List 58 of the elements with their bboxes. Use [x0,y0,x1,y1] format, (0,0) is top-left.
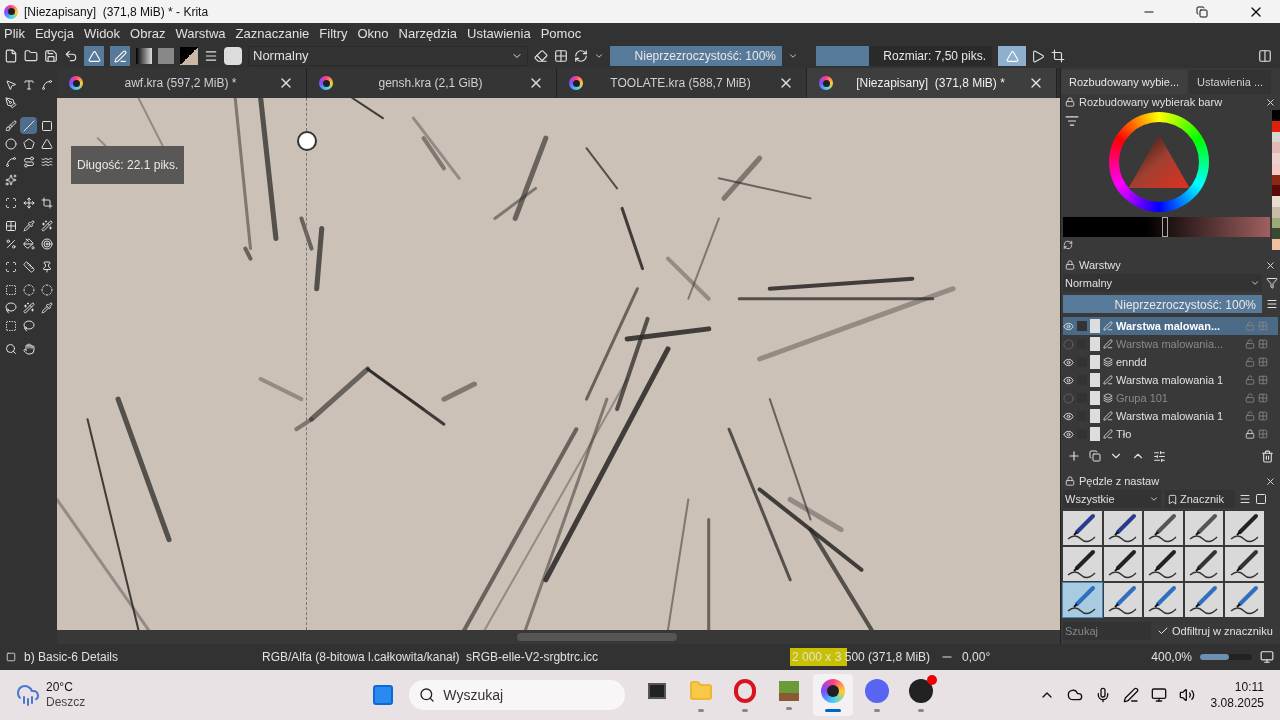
menu-item[interactable]: Obraz [130,23,166,44]
panel-title: Pędzle z nastaw [1079,473,1161,489]
color-space: RGB/Alfa (8-bitowa l.całkowita/kanał) sRGB-elle-V2-srgbtrc.icc [262,649,600,666]
tab-label: TOOLATE.kra (588,7 MiB) [609,75,752,92]
length-tooltip: Długość: 22.1 piks. [71,146,185,184]
menu-item[interactable]: Plik [4,23,25,44]
tag-dropdown[interactable]: Znacznik [1165,490,1235,508]
clock-date: 3.08.2025 [1210,695,1264,711]
menu-item[interactable]: Widok [84,23,121,44]
menu-item[interactable]: Pomoc [540,23,582,44]
panel-title: Rozbudowany wybierak barw [1079,94,1224,110]
layer-row[interactable]: Warstwa malowania 1 [1063,371,1278,389]
opacity-slider[interactable]: Nieprzezroczystość: 100% [1063,295,1262,313]
menu-item[interactable]: Zaznaczanie [235,23,310,44]
menu-item[interactable]: Warstwa [175,23,226,44]
dock-tab[interactable]: Rozbudowany wybie... [1061,70,1188,94]
layer-name: enndd [1116,354,1148,370]
menu-item[interactable]: Okno [357,23,389,44]
layer-name: Grupa 101 [1116,390,1169,406]
layer-name: Warstwa malowania... [1116,336,1225,352]
rotation-value: 0,00° [962,649,991,666]
layer-row[interactable]: Tło [1063,425,1278,443]
layer-name: Warstwa malowania 1 [1116,372,1225,388]
layer-row[interactable]: Grupa 101 [1063,389,1278,407]
tab-label: [Niezapisany] (371,8 MiB) * [855,75,1006,92]
dock-tab[interactable]: Ustawienia ... [1189,70,1272,94]
zoom-value: 400,0% [1151,649,1192,666]
menu-item[interactable]: Ustawienia [467,23,531,44]
weather-label: Deszcz [46,695,86,710]
window-title: [Niezapisany] (371,8 MiB) * - Krita [24,3,209,21]
panel-title: Warstwy [1079,257,1122,273]
menu-item[interactable]: Narzędzia [398,23,458,44]
document-tab[interactable]: gensh.kra (2,1 GiB) [307,68,557,98]
filter-dropdown[interactable]: Wszystkie [1063,490,1161,508]
menu-item[interactable]: Filtry [319,23,348,44]
opacity-slider[interactable]: Nieprzezroczystość: 100% [610,46,782,66]
canvas[interactable]: Długość: 22.1 piks. [57,98,1060,630]
layer-name: Warstwa malowania 1 [1116,408,1225,424]
document-tab[interactable]: [Niezapisany] (371,8 MiB) * [807,68,1057,98]
document-tab[interactable]: TOOLATE.kra (588,7 MiB) [557,68,807,98]
layer-row[interactable]: Warstwa malowan... [1063,317,1278,335]
size-slider[interactable]: Rozmiar: 7,50 piks. [816,46,992,66]
blend-mode-dropdown[interactable]: Normalny [248,46,528,66]
menu-item[interactable]: Edycja [34,23,74,44]
brush-name: b) Basic-6 Details [24,649,120,666]
tab-label: gensh.kra (2,1 GiB) [377,75,484,92]
search-field[interactable]: Szukaj [1063,622,1151,640]
tab-label: awf.kra (597,2 MiB) * [123,75,238,92]
document-tab[interactable]: awf.kra (597,2 MiB) * [57,68,307,98]
tag-filter-checkbox[interactable]: Odfiltruj w znaczniku [1157,622,1273,640]
layer-name: Tło [1116,426,1133,442]
layer-row[interactable]: Warstwa malowania 1 [1063,407,1278,425]
temperature: 20°C [46,680,74,695]
blend-mode-dropdown[interactable]: Normalny [1063,274,1262,292]
clock-time: 10:11 [1234,679,1264,695]
layer-row[interactable]: enndd [1063,353,1278,371]
search-field[interactable]: Wyszukaj [409,680,626,710]
layer-name: Warstwa malowan... [1116,318,1222,334]
